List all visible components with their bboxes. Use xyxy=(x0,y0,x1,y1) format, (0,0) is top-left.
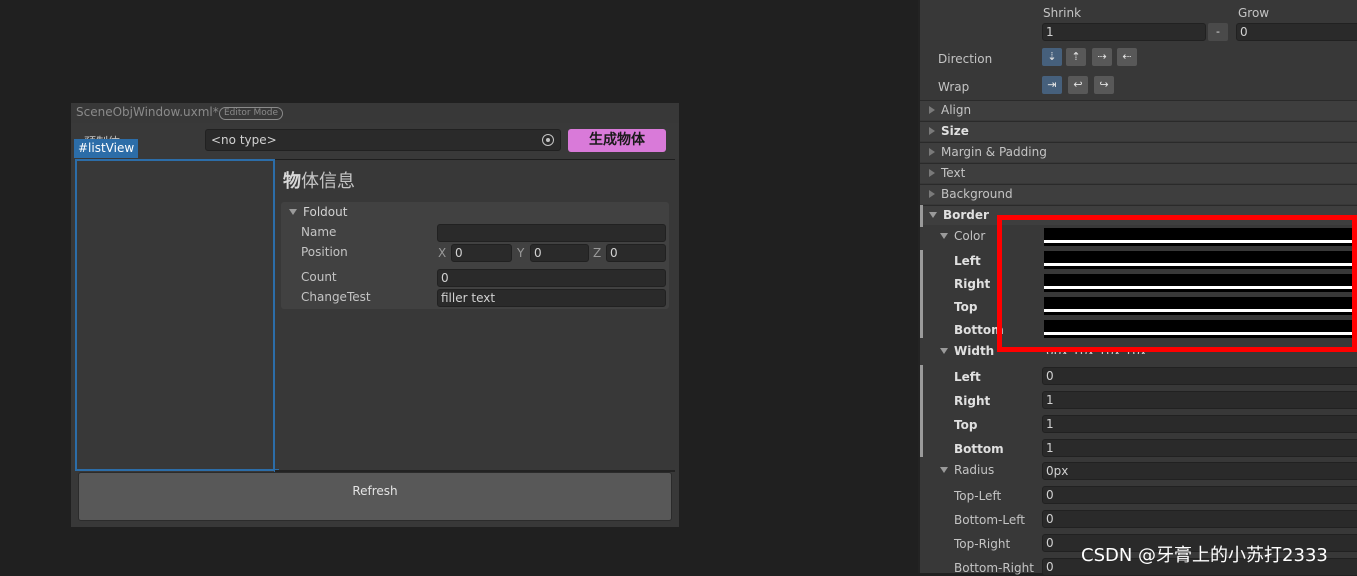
listview-selection-tag: #listView xyxy=(74,139,139,158)
direction-column-reverse-icon[interactable]: ⇡ xyxy=(1066,48,1086,66)
highlight-box xyxy=(997,215,1357,352)
color-top-label: Top xyxy=(954,300,978,314)
override-marker xyxy=(920,365,923,457)
width-right-field[interactable]: 1 xyxy=(1042,391,1357,409)
uxml-window: SceneObjWindow.uxml* Editor Mode 预制体 <no… xyxy=(71,103,679,527)
override-marker xyxy=(920,205,923,227)
chevron-down-icon xyxy=(940,233,948,239)
radius-top-left-field[interactable]: 0 xyxy=(1042,486,1357,504)
editor-mode-badge[interactable]: Editor Mode xyxy=(219,107,284,120)
window-title: SceneObjWindow.uxml* xyxy=(76,105,219,119)
count-label: Count xyxy=(301,270,337,284)
position-y-field[interactable]: 0 xyxy=(530,244,589,262)
section-align[interactable]: Align xyxy=(920,100,1357,120)
width-bottom-field[interactable]: 1 xyxy=(1042,439,1357,457)
position-x-field[interactable]: 0 xyxy=(451,244,512,262)
watermark: CSDN @牙膏上的小苏打2333 xyxy=(1081,545,1328,566)
shrink-decrement-button[interactable]: - xyxy=(1208,23,1228,41)
wrap-nowrap-icon[interactable]: ⇥ xyxy=(1042,76,1062,94)
position-z-field[interactable]: 0 xyxy=(606,244,666,262)
generate-object-button[interactable]: 生成物体 xyxy=(568,129,666,152)
name-label: Name xyxy=(301,225,337,239)
section-size[interactable]: Size xyxy=(920,121,1357,141)
chevron-right-icon xyxy=(929,106,935,114)
z-axis-label: Z xyxy=(593,246,602,260)
override-marker xyxy=(920,250,923,338)
direction-row-reverse-icon[interactable]: ⇠ xyxy=(1117,48,1137,66)
wrap-reverse-icon[interactable]: ↪ xyxy=(1094,76,1114,94)
width-top-field[interactable]: 1 xyxy=(1042,415,1357,433)
section-background[interactable]: Background xyxy=(920,184,1357,204)
title-first-char: 物 xyxy=(283,171,301,192)
direction-label: Direction xyxy=(938,52,993,66)
direction-row-icon[interactable]: ⇢ xyxy=(1092,48,1112,66)
title-rest: 体信息 xyxy=(301,171,355,192)
color-right-label: Right xyxy=(954,277,991,291)
name-field[interactable] xyxy=(437,224,666,242)
wrap-wrap-icon[interactable]: ↩ xyxy=(1068,76,1088,94)
width-left-field[interactable]: 0 xyxy=(1042,367,1357,385)
grow-label: Grow xyxy=(1238,6,1270,20)
target-icon[interactable] xyxy=(542,134,554,146)
width-right-label: Right xyxy=(954,394,991,408)
width-top-label: Top xyxy=(954,418,978,432)
color-foldout[interactable]: Color xyxy=(940,229,985,243)
count-field[interactable]: 0 xyxy=(437,269,666,287)
object-info-title: 物体信息 xyxy=(283,167,355,193)
chevron-down-icon xyxy=(940,467,948,473)
section-text[interactable]: Text xyxy=(920,163,1357,183)
radius-foldout[interactable]: Radius xyxy=(940,463,994,477)
chevron-right-icon xyxy=(929,148,935,156)
foldout-header[interactable]: Foldout xyxy=(289,205,347,219)
chevron-down-icon xyxy=(289,209,297,215)
direction-column-icon[interactable]: ⇣ xyxy=(1042,48,1062,66)
section-margin-padding[interactable]: Margin & Padding xyxy=(920,142,1357,162)
refresh-button[interactable]: Refresh xyxy=(78,472,672,521)
chevron-right-icon xyxy=(929,169,935,177)
radius-top-left-label: Top-Left xyxy=(954,489,1002,503)
radius-field[interactable]: 0px xyxy=(1042,462,1357,480)
object-field-value: <no type> xyxy=(211,133,277,147)
position-label: Position xyxy=(301,245,348,259)
changetest-label: ChangeTest xyxy=(301,290,371,304)
chevron-right-icon xyxy=(929,127,935,135)
width-bottom-label: Bottom xyxy=(954,442,1004,456)
x-axis-label: X xyxy=(438,246,447,260)
object-field[interactable]: <no type> xyxy=(205,129,561,151)
chevron-right-icon xyxy=(929,190,935,198)
foldout: Foldout Name Position X 0 Y 0 Z 0 Count … xyxy=(281,202,669,309)
radius-bottom-left-field[interactable]: 0 xyxy=(1042,510,1357,528)
color-left-label: Left xyxy=(954,254,981,268)
width-foldout[interactable]: Width xyxy=(940,344,994,358)
divider xyxy=(275,159,675,160)
changetest-field[interactable]: filler text xyxy=(437,289,666,307)
foldout-label: Foldout xyxy=(303,205,348,219)
shrink-label: Shrink xyxy=(1043,6,1082,20)
grow-field[interactable]: 0 xyxy=(1236,23,1357,41)
chevron-down-icon xyxy=(929,212,937,218)
prefab-row: 预制体 <no type> 生成物体 xyxy=(71,123,679,159)
list-view[interactable] xyxy=(75,159,275,471)
radius-bottom-left-label: Bottom-Left xyxy=(954,513,1025,527)
radius-top-right-label: Top-Right xyxy=(954,537,1011,551)
chevron-down-icon xyxy=(940,348,948,354)
width-left-label: Left xyxy=(954,370,981,384)
shrink-field[interactable]: 1 xyxy=(1042,23,1206,41)
wrap-label: Wrap xyxy=(938,80,970,94)
y-axis-label: Y xyxy=(517,246,525,260)
